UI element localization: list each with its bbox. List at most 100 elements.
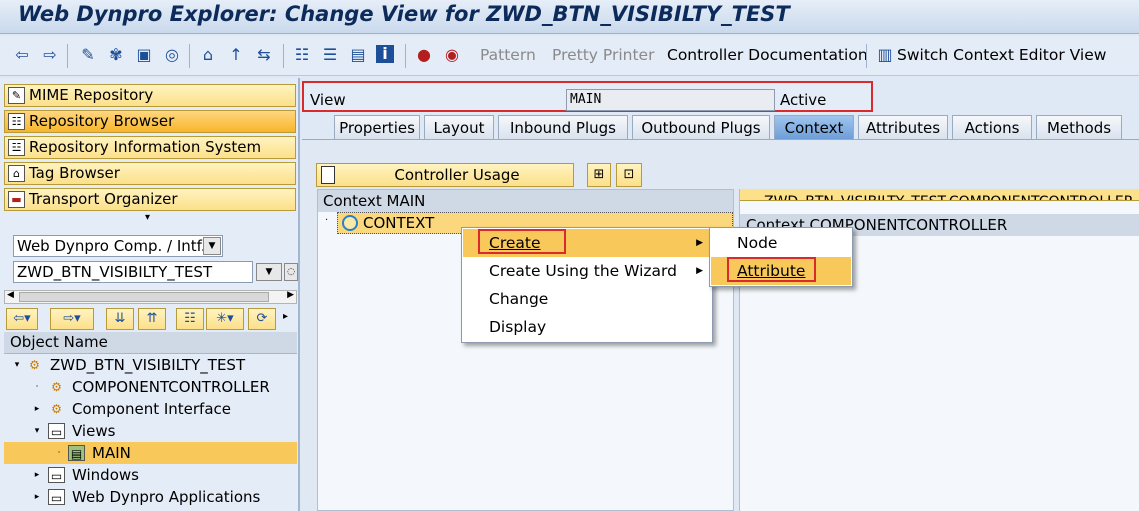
tab-inbound-plugs[interactable]: Inbound Plugs xyxy=(498,115,628,139)
display-list-icon[interactable]: ▤ xyxy=(348,45,368,65)
expander-icon[interactable]: ▾ xyxy=(32,420,42,442)
display-icon[interactable]: ◌ xyxy=(284,263,298,281)
view-label: View xyxy=(310,91,346,109)
tab-actions[interactable]: Actions xyxy=(952,115,1032,139)
menu-item-label: Node xyxy=(737,234,778,252)
tab-methods[interactable]: Methods xyxy=(1036,115,1122,139)
status-label: Active xyxy=(780,91,827,109)
scroll-thumb[interactable] xyxy=(19,292,269,302)
object-type-select[interactable]: Web Dynpro Comp. / Intf. ▼ xyxy=(13,235,223,257)
document-icon xyxy=(321,166,335,184)
repository-browser-button[interactable]: ☷ Repository Browser xyxy=(4,110,296,133)
settings-icon[interactable]: ✳▾ xyxy=(206,308,244,330)
tree-node-component[interactable]: ▾ ⚙ ZWD_BTN_VISIBILTY_TEST xyxy=(4,354,297,376)
object-name-value: ZWD_BTN_VISIBILTY_TEST xyxy=(17,263,213,281)
edit-pencil-icon[interactable]: ✎ xyxy=(78,45,98,65)
repository-icon: ☷ xyxy=(8,113,25,130)
horizontal-scrollbar[interactable]: ◀ ▶ xyxy=(4,290,297,304)
stack-icon[interactable]: ☰ xyxy=(320,45,340,65)
tab-context[interactable]: Context xyxy=(774,115,854,139)
repository-information-system-label: Repository Information System xyxy=(29,138,262,156)
tree-node-componentcontroller[interactable]: · ⚙ COMPONENTCONTROLLER xyxy=(4,376,297,398)
toolbar-separator xyxy=(405,44,406,68)
menu-item-display[interactable]: Display xyxy=(463,313,711,341)
context-root-label: CONTEXT xyxy=(363,214,435,232)
info-icon[interactable]: i xyxy=(376,45,394,63)
back-arrow-icon[interactable]: ⇦ xyxy=(12,45,32,65)
pattern-button[interactable]: Pattern xyxy=(480,46,536,64)
controller-usage-label: Controller Usage xyxy=(394,166,520,184)
folder-icon: ▭ xyxy=(48,423,65,439)
refresh-icon[interactable]: ⟳ xyxy=(248,308,276,330)
toolbar-separator xyxy=(67,44,68,68)
tree-node-label: MAIN xyxy=(92,444,131,462)
more-icon[interactable]: ▸ xyxy=(283,311,288,322)
tab-layout[interactable]: Layout xyxy=(424,115,494,139)
navigation-panel: ✎ MIME Repository ☷ Repository Browser ☳… xyxy=(0,78,300,511)
expander-icon[interactable]: ▸ xyxy=(32,464,42,486)
transport-organizer-label: Transport Organizer xyxy=(29,190,178,208)
expander-icon[interactable]: ▾ xyxy=(12,354,22,376)
back-arrow-icon[interactable]: ⇦▾ xyxy=(6,308,38,330)
tree-icon[interactable]: ↑ xyxy=(226,45,246,65)
other-object-icon[interactable]: ⌂ xyxy=(198,45,218,65)
repository-information-system-button[interactable]: ☳ Repository Information System xyxy=(4,136,296,159)
tree-node-label: ZWD_BTN_VISIBILTY_TEST xyxy=(50,356,246,374)
tree-node-applications[interactable]: ▸ ▭ Web Dynpro Applications xyxy=(4,486,297,508)
dropdown-arrow-icon[interactable]: ▼ xyxy=(203,237,221,255)
tree-header: Object Name xyxy=(4,332,297,354)
collapse-arrow-icon[interactable]: ▾ xyxy=(145,212,150,223)
insert-icon[interactable]: ⇆ xyxy=(254,45,274,65)
scroll-left-icon[interactable]: ◀ xyxy=(7,290,14,300)
tree-node-views[interactable]: ▾ ▭ Views xyxy=(4,420,297,442)
application-toolbar: ⇦ ⇨ ✎ ✾ ▣ ◎ ⌂ ↑ ⇆ ☷ ☰ ▤ i ● ◉ Pattern Pr… xyxy=(0,36,1139,76)
tag-browser-button[interactable]: ⌂ Tag Browser xyxy=(4,162,296,185)
collapse-all-icon[interactable]: ⇈ xyxy=(138,308,166,330)
mime-repository-button[interactable]: ✎ MIME Repository xyxy=(4,84,296,107)
hierarchy-icon[interactable]: ☷ xyxy=(176,308,204,330)
tree-node-main[interactable]: · ▤ MAIN xyxy=(4,442,297,464)
expander-icon[interactable]: ▸ xyxy=(32,398,42,420)
tree-node-component-interface[interactable]: ▸ ⚙ Component Interface xyxy=(4,398,297,420)
menu-item-change[interactable]: Change xyxy=(463,285,711,313)
menu-item-create-wizard[interactable]: Create Using the Wizard ▶ xyxy=(463,257,711,285)
expander-icon[interactable]: ▸ xyxy=(32,486,42,508)
application-icon: ▭ xyxy=(48,489,65,505)
check-icon[interactable]: ▣ xyxy=(134,45,154,65)
link-icon[interactable]: ⊡ xyxy=(616,163,642,187)
toolbar-separator xyxy=(866,44,867,68)
dropdown-arrow-icon[interactable]: ▼ xyxy=(256,263,282,281)
forward-arrow-icon[interactable]: ⇨ xyxy=(40,45,60,65)
tab-properties[interactable]: Properties xyxy=(334,115,420,139)
expand-all-icon[interactable]: ⇊ xyxy=(106,308,134,330)
activate-icon[interactable]: ◎ xyxy=(162,45,182,65)
object-name-input[interactable]: ZWD_BTN_VISIBILTY_TEST xyxy=(13,261,253,283)
controller-icon: ⚙ xyxy=(51,380,62,394)
object-type-value: Web Dynpro Comp. / Intf. xyxy=(17,237,206,255)
pretty-printer-button[interactable]: Pretty Printer xyxy=(552,46,654,64)
expander-icon[interactable]: · xyxy=(325,215,328,226)
hierarchy-icon[interactable]: ☷ xyxy=(292,45,312,65)
title-bar: Web Dynpro Explorer: Change View for ZWD… xyxy=(0,0,1139,34)
view-icon: ▤ xyxy=(68,445,85,461)
tree-node-windows[interactable]: ▸ ▭ Windows xyxy=(4,464,297,486)
component-icon: ⚙ xyxy=(29,358,40,372)
breakpoint-icon[interactable]: ● xyxy=(414,45,434,65)
objects-icon[interactable]: ✾ xyxy=(106,45,126,65)
forward-arrow-icon[interactable]: ⇨▾ xyxy=(50,308,94,330)
mapping-icon[interactable]: ⊞ xyxy=(587,163,611,187)
mime-repository-label: MIME Repository xyxy=(29,86,154,104)
scroll-right-icon[interactable]: ▶ xyxy=(287,290,294,300)
annotation-highlight xyxy=(727,257,816,282)
switch-view-icon[interactable]: ▥ xyxy=(875,45,895,65)
watchpoint-icon[interactable]: ◉ xyxy=(442,45,462,65)
controller-documentation-button[interactable]: Controller Documentation xyxy=(667,46,868,64)
view-name-field[interactable]: MAIN xyxy=(566,89,775,111)
switch-context-editor-button[interactable]: Switch Context Editor View xyxy=(897,46,1106,64)
view-header: View MAIN Active xyxy=(302,81,873,112)
tab-outbound-plugs[interactable]: Outbound Plugs xyxy=(632,115,770,139)
tab-attributes[interactable]: Attributes xyxy=(858,115,948,139)
menu-item-node[interactable]: Node xyxy=(711,229,851,257)
controller-usage-button[interactable]: Controller Usage xyxy=(316,163,574,187)
transport-organizer-button[interactable]: ▬ Transport Organizer xyxy=(4,188,296,211)
